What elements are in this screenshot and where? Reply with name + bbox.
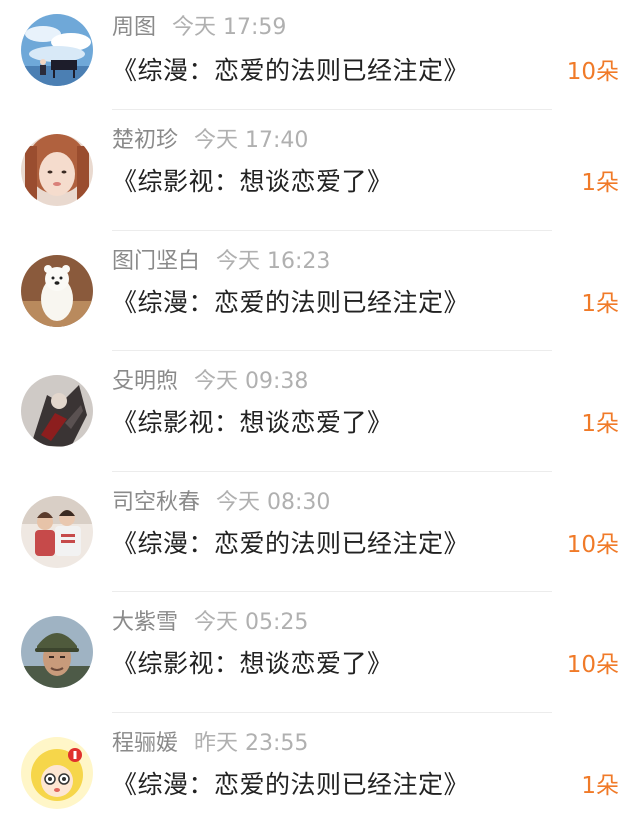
meta-line: 司空秋春 今天 08:30 <box>112 489 330 517</box>
book-title[interactable]: 《综影视：想谈恋爱了》 <box>112 407 393 439</box>
timestamp: 昨天 23:55 <box>194 730 309 756</box>
timestamp: 今天 05:25 <box>194 610 309 635</box>
meta-line: 周图 今天 17:59 <box>112 14 286 42</box>
avatar[interactable] <box>21 495 93 568</box>
book-title[interactable]: 《综漫：恋爱的法则已经注定》 <box>112 55 469 87</box>
meta-line: 大紫雪 今天 05:25 <box>112 609 308 637</box>
book-title[interactable]: 《综漫：恋爱的法则已经注定》 <box>112 769 469 801</box>
book-title[interactable]: 《综影视：想谈恋爱了》 <box>112 648 393 680</box>
list-item[interactable]: 大紫雪 今天 05:25 《综影视：想谈恋爱了》 10朵 <box>0 592 640 713</box>
flower-count: 10朵 <box>566 531 619 558</box>
list-item[interactable]: 程骊媛 昨天 23:55 《综漫：恋爱的法则已经注定》 1朵 <box>0 713 640 834</box>
user-name[interactable]: 程骊媛 <box>112 731 178 756</box>
white-bear-avatar-icon <box>21 254 93 327</box>
list-item[interactable]: 周图 今天 17:59 《综漫：恋爱的法则已经注定》 10朵 <box>0 0 640 110</box>
meta-line: 殳明煦 今天 09:38 <box>112 368 308 396</box>
list-item[interactable]: 司空秋春 今天 08:30 《综漫：恋爱的法则已经注定》 10朵 <box>0 472 640 592</box>
gift-record-list: 周图 今天 17:59 《综漫：恋爱的法则已经注定》 10朵 楚初珍 今天 17:4… <box>0 0 640 838</box>
list-item[interactable]: 殳明煦 今天 09:38 《综影视：想谈恋爱了》 1朵 <box>0 351 640 472</box>
flower-count: 1朵 <box>581 411 619 437</box>
soldier-helmet-avatar-icon <box>21 616 93 688</box>
user-name[interactable]: 周图 <box>112 15 156 40</box>
book-title[interactable]: 《综漫：恋爱的法则已经注定》 <box>112 287 469 319</box>
timestamp: 今天 09:38 <box>194 369 309 394</box>
avatar[interactable] <box>21 736 93 809</box>
list-item[interactable]: 图门坚白 今天 16:23 《综漫：恋爱的法则已经注定》 1朵 <box>0 231 640 351</box>
user-name[interactable]: 楚初珍 <box>112 128 178 153</box>
timestamp: 今天 16:23 <box>216 248 331 274</box>
user-name[interactable]: 殳明煦 <box>112 369 178 394</box>
user-name[interactable]: 大紫雪 <box>112 610 178 635</box>
girl-portrait-avatar-icon <box>21 134 93 206</box>
couple-photo-avatar-icon <box>21 495 93 568</box>
timestamp: 今天 17:40 <box>194 128 309 153</box>
timestamp: 今天 08:30 <box>216 489 331 515</box>
flower-count: 10朵 <box>566 59 619 85</box>
user-name[interactable]: 司空秋春 <box>112 490 200 515</box>
timestamp: 今天 17:59 <box>172 15 287 40</box>
avatar[interactable] <box>21 134 93 206</box>
meta-line: 楚初珍 今天 17:40 <box>112 127 308 155</box>
book-title[interactable]: 《综影视：想谈恋爱了》 <box>112 166 393 198</box>
flower-count: 1朵 <box>581 170 619 196</box>
avatar[interactable] <box>21 254 93 327</box>
list-item[interactable]: 楚初珍 今天 17:40 《综影视：想谈恋爱了》 1朵 <box>0 110 640 231</box>
dark-art-avatar-icon <box>21 375 93 447</box>
flower-count: 10朵 <box>566 652 619 678</box>
meta-line: 程骊媛 昨天 23:55 <box>112 730 308 758</box>
book-title[interactable]: 《综漫：恋爱的法则已经注定》 <box>112 528 469 560</box>
flower-count: 1朵 <box>581 290 619 317</box>
cartoon-blonde-avatar-icon <box>21 736 93 809</box>
avatar[interactable] <box>21 375 93 447</box>
meta-line: 图门坚白 今天 16:23 <box>112 248 330 276</box>
avatar[interactable] <box>21 14 93 86</box>
anime-piano-sky-avatar-icon <box>21 14 93 86</box>
user-name[interactable]: 图门坚白 <box>112 249 200 274</box>
flower-count: 1朵 <box>581 772 619 799</box>
avatar[interactable] <box>21 616 93 688</box>
